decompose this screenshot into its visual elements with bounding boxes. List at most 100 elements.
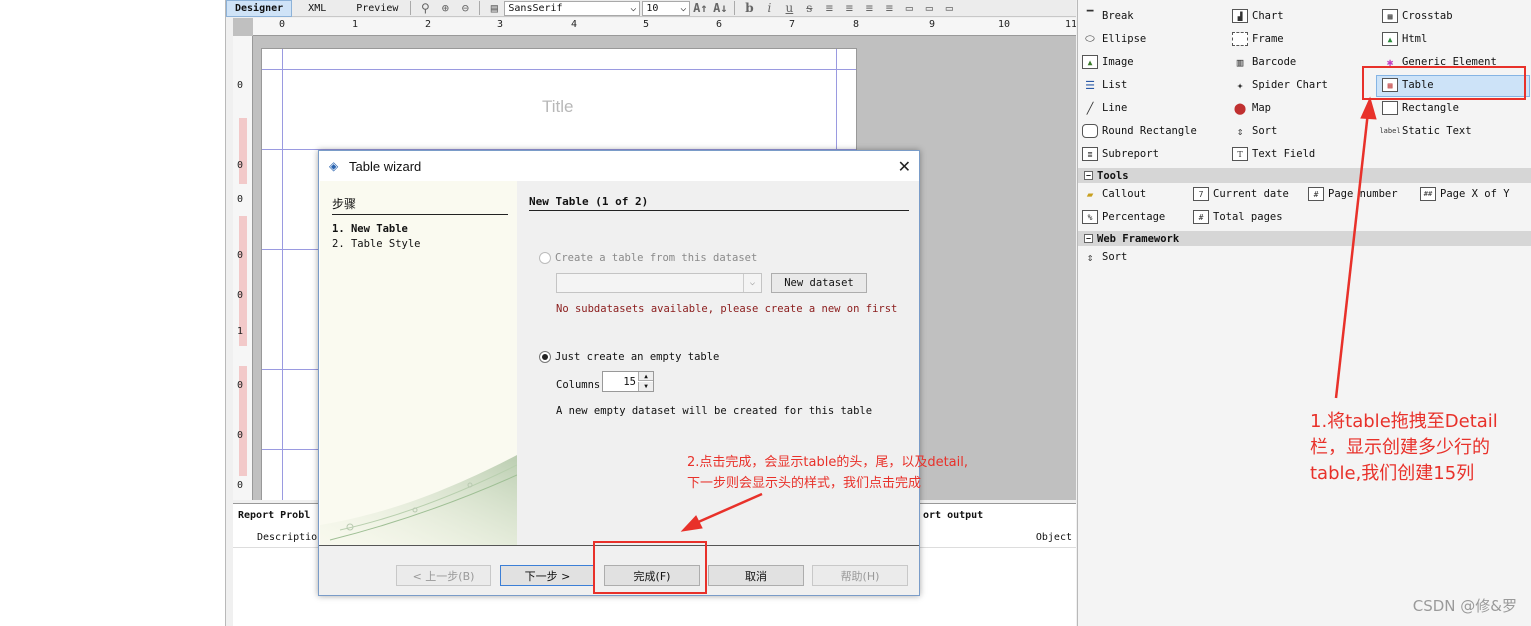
palette-item-current-date[interactable]: 7 Current date: [1193, 184, 1289, 204]
radio-create-from-dataset[interactable]: Create a table from this dataset: [539, 252, 757, 264]
tools-section-header[interactable]: − Tools: [1078, 168, 1531, 183]
zoom-actual-icon[interactable]: ⚲: [417, 1, 433, 15]
palette-item-web-sort[interactable]: ⇕ Sort: [1082, 247, 1128, 267]
palette-item-callout[interactable]: ▰ Callout: [1082, 184, 1147, 204]
ruler-number: 0: [237, 380, 244, 391]
zoom-out-icon[interactable]: ⊖: [457, 1, 473, 15]
palette-item-round-rectangle[interactable]: Round Rectangle: [1082, 121, 1197, 141]
palette-item-rectangle[interactable]: Rectangle: [1382, 98, 1459, 118]
palette-item-sort[interactable]: ⇕ Sort: [1232, 121, 1278, 141]
palette-item-subreport[interactable]: ≣ Subreport: [1082, 144, 1159, 164]
ruler-number: 1: [237, 326, 244, 337]
column-description[interactable]: Descriptio: [257, 532, 317, 543]
chevron-down-icon: ⌵: [680, 2, 687, 14]
palette-label: Chart: [1252, 10, 1284, 22]
wizard-logo-icon: ◈: [329, 159, 339, 173]
report-output-tab[interactable]: ort output: [923, 510, 983, 521]
palette-label: Break: [1102, 10, 1134, 22]
font-shrink-icon[interactable]: A↓: [712, 1, 728, 15]
palette-item-crosstab[interactable]: ▦ Crosstab: [1382, 6, 1453, 26]
palette-item-line[interactable]: ╱ Line: [1082, 98, 1128, 118]
palette-item-break[interactable]: ▔ Break: [1082, 6, 1134, 26]
align-right-icon[interactable]: ≡: [861, 1, 877, 15]
zoom-in-icon[interactable]: ⊕: [437, 1, 453, 15]
cancel-button[interactable]: 取消: [708, 565, 804, 586]
table-highlight-box: [1362, 66, 1526, 100]
list-icon: ☰: [1085, 78, 1095, 92]
tab-xml[interactable]: XML: [300, 0, 334, 17]
palette-label: Spider Chart: [1252, 79, 1328, 91]
tab-designer[interactable]: Designer: [226, 0, 293, 17]
new-dataset-button[interactable]: New dataset: [771, 273, 867, 293]
palette-label: Crosstab: [1402, 10, 1453, 22]
align-bottom-icon[interactable]: ▭: [941, 1, 957, 15]
frame-icon: [1232, 32, 1248, 46]
palette-label: Text Field: [1252, 148, 1316, 160]
align-middle-icon[interactable]: ▭: [921, 1, 937, 15]
ruler-number: 11: [1065, 19, 1076, 30]
collapse-icon: −: [1084, 234, 1093, 243]
column-object[interactable]: Object: [1036, 532, 1072, 543]
stepper-up-icon[interactable]: ▲: [638, 372, 653, 381]
bold-icon[interactable]: b: [741, 1, 757, 15]
no-subdatasets-message: No subdatasets available, please create …: [556, 303, 898, 315]
palette-item-page-x-of-y[interactable]: ## Page X of Y: [1420, 184, 1510, 204]
palette-item-percentage[interactable]: % Percentage: [1082, 207, 1165, 227]
close-icon[interactable]: ✕: [898, 157, 911, 176]
palette-item-spider-chart[interactable]: ✦ Spider Chart: [1232, 75, 1328, 95]
dataset-select[interactable]: ⌵: [556, 273, 762, 293]
underline-icon[interactable]: u: [781, 1, 797, 15]
page-header: New Table (1 of 2): [529, 195, 909, 211]
align-left-icon[interactable]: ≡: [821, 1, 837, 15]
paste-icon[interactable]: ▤: [486, 1, 502, 15]
align-center-icon[interactable]: ≡: [841, 1, 857, 15]
web-framework-section-header[interactable]: − Web Framework: [1078, 231, 1531, 246]
font-name-select[interactable]: SansSerif ⌵: [504, 0, 641, 16]
ruler-number: 8: [853, 19, 860, 30]
palette-label: Current date: [1213, 188, 1289, 200]
calendar-icon: 7: [1193, 187, 1209, 201]
barcode-icon: ▥: [1236, 55, 1244, 69]
palette-item-page-number[interactable]: # Page number: [1308, 184, 1398, 204]
report-problems-tab[interactable]: Report Probl: [238, 510, 310, 521]
annotation-line: table,我们创建15列: [1310, 463, 1475, 484]
palette-item-frame[interactable]: Frame: [1232, 29, 1284, 49]
editor-toolbar: Designer XML Preview ⚲ ⊕ ⊖ ▤ SansSerif ⌵ …: [226, 0, 1076, 17]
align-justify-icon[interactable]: ≡: [881, 1, 897, 15]
palette-item-chart[interactable]: ▟ Chart: [1232, 6, 1284, 26]
palette-item-static-text[interactable]: label Static Text: [1379, 121, 1471, 141]
palette-item-list[interactable]: ☰ List: [1082, 75, 1127, 95]
align-top-icon[interactable]: ▭: [901, 1, 917, 15]
palette-item-barcode[interactable]: ▥ Barcode: [1232, 52, 1297, 72]
tab-preview[interactable]: Preview: [348, 0, 406, 17]
palette-item-ellipse[interactable]: ⬭ Ellipse: [1082, 29, 1146, 49]
break-icon: ▔: [1086, 9, 1094, 23]
image-icon: ▲: [1082, 55, 1098, 69]
chevron-down-icon: ⌵: [743, 274, 761, 292]
palette-item-map[interactable]: ⬤ Map: [1232, 98, 1271, 118]
stepper-down-icon[interactable]: ▼: [638, 382, 653, 391]
ruler-number: 0: [237, 194, 244, 205]
radio-empty-table[interactable]: Just create an empty table: [539, 351, 719, 363]
font-size-select[interactable]: 10 ⌵: [642, 0, 691, 16]
font-grow-icon[interactable]: A↑: [692, 1, 708, 15]
ruler-number: 0: [237, 160, 244, 171]
palette-label: Line: [1102, 102, 1128, 114]
palette-item-image[interactable]: ▲ Image: [1082, 52, 1134, 72]
palette-item-total-pages[interactable]: # Total pages: [1193, 207, 1283, 227]
radio-dot: [539, 351, 551, 363]
palette-item-text-field[interactable]: T Text Field: [1232, 144, 1315, 164]
strikethrough-icon[interactable]: s: [801, 1, 817, 15]
dialog-titlebar[interactable]: ◈ Table wizard: [319, 151, 919, 181]
text-field-icon: T: [1232, 147, 1248, 161]
dialog-title: Table wizard: [349, 158, 422, 174]
palette-item-html[interactable]: ▲ Html: [1382, 29, 1427, 49]
title-placeholder[interactable]: Title: [542, 97, 574, 117]
next-button[interactable]: 下一步 >: [500, 565, 595, 586]
subreport-icon: ≣: [1082, 147, 1098, 161]
back-button[interactable]: < 上一步(B): [396, 565, 491, 586]
columns-stepper[interactable]: 15 ▲ ▼: [602, 371, 654, 392]
help-button[interactable]: 帮助(H): [812, 565, 908, 586]
ruler-number: 0: [237, 250, 244, 261]
italic-icon[interactable]: i: [761, 1, 777, 15]
